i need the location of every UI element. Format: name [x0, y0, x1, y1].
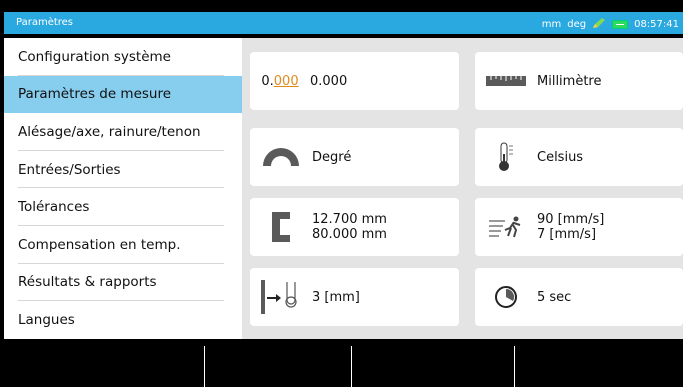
running-speed-icon: [475, 216, 537, 238]
temperature-unit-setting[interactable]: Celsius: [475, 128, 683, 186]
softkey-2[interactable]: [205, 339, 351, 387]
timeout-setting[interactable]: 5 sec: [475, 268, 683, 326]
sidebar-item-label: Tolérances: [18, 199, 90, 216]
softkey-1[interactable]: [4, 339, 204, 387]
probe-dimension-2: 80.000 mm: [312, 227, 387, 242]
probe-dimension-1: 12.700 mm: [312, 212, 387, 227]
sidebar-item-compensation-temp[interactable]: Compensation en temp.: [4, 226, 242, 264]
softkey-3[interactable]: [352, 339, 514, 387]
approach-distance-setting[interactable]: 3 [mm]: [250, 268, 459, 326]
protractor-icon: [250, 148, 312, 166]
angle-unit-status: deg: [567, 19, 587, 30]
speed-setting[interactable]: 90 [mm/s] 7 [mm/s]: [475, 198, 683, 256]
resolution-value: 0.000: [310, 73, 348, 89]
page-title: Paramètres: [16, 17, 74, 28]
angle-unit-setting[interactable]: Degré: [250, 128, 459, 186]
resolution-setting[interactable]: 0.000 0.000: [250, 52, 459, 110]
sidebar-item-resultats-rapports[interactable]: Résultats & rapports: [4, 264, 242, 302]
sidebar-item-label: Résultats & rapports: [18, 274, 157, 291]
battery-icon: [612, 20, 629, 29]
speed-fast: 90 [mm/s]: [537, 212, 605, 227]
angle-unit-value: Degré: [312, 149, 352, 165]
title-bar: Paramètres mm deg 08:57:41: [4, 12, 683, 34]
ruler-icon: [475, 76, 537, 86]
length-unit-status: mm: [541, 19, 562, 30]
sidebar-item-alesage-axe[interactable]: Alésage/axe, rainure/tenon: [4, 113, 242, 151]
sidebar-item-label: Compensation en temp.: [18, 236, 181, 253]
speed-slow: 7 [mm/s]: [537, 227, 597, 242]
sidebar-item-entrees-sorties[interactable]: Entrées/Sorties: [4, 151, 242, 189]
temperature-unit-value: Celsius: [537, 149, 584, 165]
sidebar-item-label: Paramètres de mesure: [18, 86, 172, 103]
settings-panel: 0.000 0.000 Millimètre Degré Celsius 12.…: [242, 38, 683, 339]
sidebar: Configuration système Paramètres de mesu…: [4, 38, 242, 339]
clock-icon: [475, 285, 537, 309]
timeout-value: 5 sec: [537, 289, 572, 305]
thermometer-icon: [475, 142, 537, 172]
softkey-4[interactable]: [515, 339, 683, 387]
status-area: mm deg 08:57:41: [542, 17, 679, 32]
approach-distance-value: 3 [mm]: [312, 289, 360, 305]
sidebar-item-label: Configuration système: [18, 48, 171, 65]
device-screen: Paramètres mm deg 08:57:41 Configuration…: [4, 4, 683, 387]
pencil-icon: [592, 17, 606, 32]
length-unit-setting[interactable]: Millimètre: [475, 52, 683, 110]
probe-dimensions-setting[interactable]: 12.700 mm 80.000 mm: [250, 198, 459, 256]
resolution-icon: 0.000: [261, 73, 299, 89]
sidebar-item-tolerances[interactable]: Tolérances: [4, 188, 242, 226]
sidebar-item-parametres-de-mesure[interactable]: Paramètres de mesure: [4, 75, 242, 114]
sidebar-item-langues[interactable]: Langues: [4, 301, 242, 339]
sidebar-item-label: Entrées/Sorties: [18, 161, 121, 178]
length-unit-value: Millimètre: [537, 73, 602, 89]
softkey-bar: [4, 339, 683, 387]
sidebar-item-configuration-systeme[interactable]: Configuration système: [4, 38, 242, 76]
probe-approach-icon: [250, 280, 312, 314]
probe-block-icon: [250, 212, 312, 242]
sidebar-item-label: Langues: [18, 311, 75, 328]
sidebar-item-label: Alésage/axe, rainure/tenon: [18, 123, 201, 140]
clock-time: 08:57:41: [634, 19, 679, 30]
